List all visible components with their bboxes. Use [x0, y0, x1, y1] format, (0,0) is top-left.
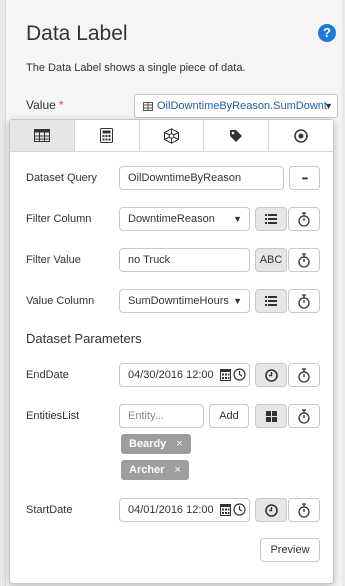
browse-button[interactable]: ••• [289, 166, 320, 190]
entity-input[interactable]: Entity... [119, 404, 204, 428]
value-select-text: OilDowntimeByReason.SumDowntimeHours [157, 100, 327, 112]
abc-label: ABC [259, 254, 283, 266]
list-icon [265, 214, 277, 224]
tag-icon [230, 129, 243, 142]
startdate-input[interactable]: 04/01/2016 12:00 [119, 498, 250, 522]
clock-icon[interactable] [233, 368, 246, 381]
tab-tag[interactable] [204, 120, 270, 151]
value-label: Value * [26, 98, 63, 112]
startdate-label: StartDate [26, 504, 73, 516]
clock-icon [264, 503, 278, 517]
value-binding-popup: Dataset Query OilDowntimeByReason ••• Fi… [9, 119, 334, 584]
value-select[interactable]: OilDowntimeByReason.SumDowntimeHours ▼ [134, 94, 338, 118]
close-icon[interactable]: × [176, 438, 182, 450]
dataset-query-label: Dataset Query [26, 172, 97, 184]
value-label-text: Value [26, 98, 56, 112]
time-mode-button[interactable] [255, 498, 287, 522]
stopwatch-icon [298, 293, 310, 309]
stopwatch-icon [298, 367, 310, 383]
dataset-icon [33, 129, 50, 142]
add-entity-button[interactable]: Add [209, 404, 249, 428]
entity-chip: Archer × [121, 460, 189, 480]
calendar-icon[interactable] [220, 503, 231, 516]
list-mode-button[interactable] [255, 289, 287, 313]
close-icon[interactable]: × [174, 464, 180, 476]
clock-icon[interactable] [233, 503, 246, 516]
entity-chip-label: Archer [129, 464, 165, 476]
filter-column-label: Filter Column [26, 213, 92, 225]
panel-title: Data Label [26, 22, 128, 45]
value-column-value: SumDowntimeHours [128, 295, 229, 307]
list-icon [265, 296, 277, 306]
panel-description: The Data Label shows a single piece of d… [26, 62, 246, 74]
more-icon: ••• [301, 173, 308, 183]
target-icon [294, 128, 308, 143]
bind-button[interactable] [288, 498, 320, 522]
required-marker: * [58, 98, 64, 112]
tab-network[interactable] [139, 120, 205, 151]
chevron-down-icon: ▼ [233, 214, 242, 224]
chevron-down-icon: ▼ [233, 296, 242, 306]
filter-column-select[interactable]: DowntimeReason ▼ [119, 207, 250, 231]
preview-button[interactable]: Preview [260, 538, 320, 562]
grid-mode-button[interactable] [255, 404, 287, 428]
bind-button[interactable] [288, 363, 320, 387]
calculator-icon [100, 128, 114, 143]
stopwatch-icon [298, 252, 310, 268]
bind-button[interactable] [288, 207, 320, 231]
dataset-parameters-heading: Dataset Parameters [26, 331, 142, 346]
tab-calculation[interactable] [74, 120, 140, 151]
entities-list-label: EntitiesList [26, 410, 80, 422]
add-label: Add [219, 410, 239, 422]
grid-icon [265, 410, 277, 422]
dataset-query-input[interactable]: OilDowntimeByReason [119, 166, 284, 190]
bind-button[interactable] [288, 289, 320, 313]
enddate-input[interactable]: 04/30/2016 12:00 [119, 363, 250, 387]
bind-button[interactable] [288, 404, 320, 428]
filter-value-label: Filter Value [26, 254, 81, 266]
enddate-label: EndDate [26, 369, 69, 381]
value-column-select[interactable]: SumDowntimeHours ▼ [119, 289, 250, 313]
tab-dataset[interactable] [10, 120, 75, 151]
network-icon [163, 127, 179, 144]
time-mode-button[interactable] [255, 363, 287, 387]
stopwatch-icon [298, 211, 310, 227]
table-icon [143, 102, 153, 111]
calendar-icon[interactable] [220, 368, 231, 381]
stopwatch-icon [298, 502, 310, 518]
enddate-value: 04/30/2016 12:00 [128, 369, 214, 381]
startdate-value: 04/01/2016 12:00 [128, 504, 214, 516]
filter-column-value: DowntimeReason [128, 213, 215, 225]
stopwatch-icon [298, 408, 310, 424]
preview-label: Preview [270, 544, 310, 556]
filter-value-input[interactable]: no Truck [119, 248, 250, 272]
chevron-down-icon: ▼ [324, 101, 333, 111]
entity-chip: Beardy × [121, 434, 191, 454]
clock-icon [264, 368, 278, 382]
binding-tabs [10, 120, 333, 152]
text-mode-button[interactable]: ABC [255, 248, 287, 272]
bind-button[interactable] [288, 248, 320, 272]
list-mode-button[interactable] [255, 207, 287, 231]
tab-target[interactable] [269, 120, 333, 151]
entity-chip-label: Beardy [129, 438, 167, 450]
help-icon[interactable]: ? [318, 24, 336, 42]
value-column-label: Value Column [26, 295, 95, 307]
